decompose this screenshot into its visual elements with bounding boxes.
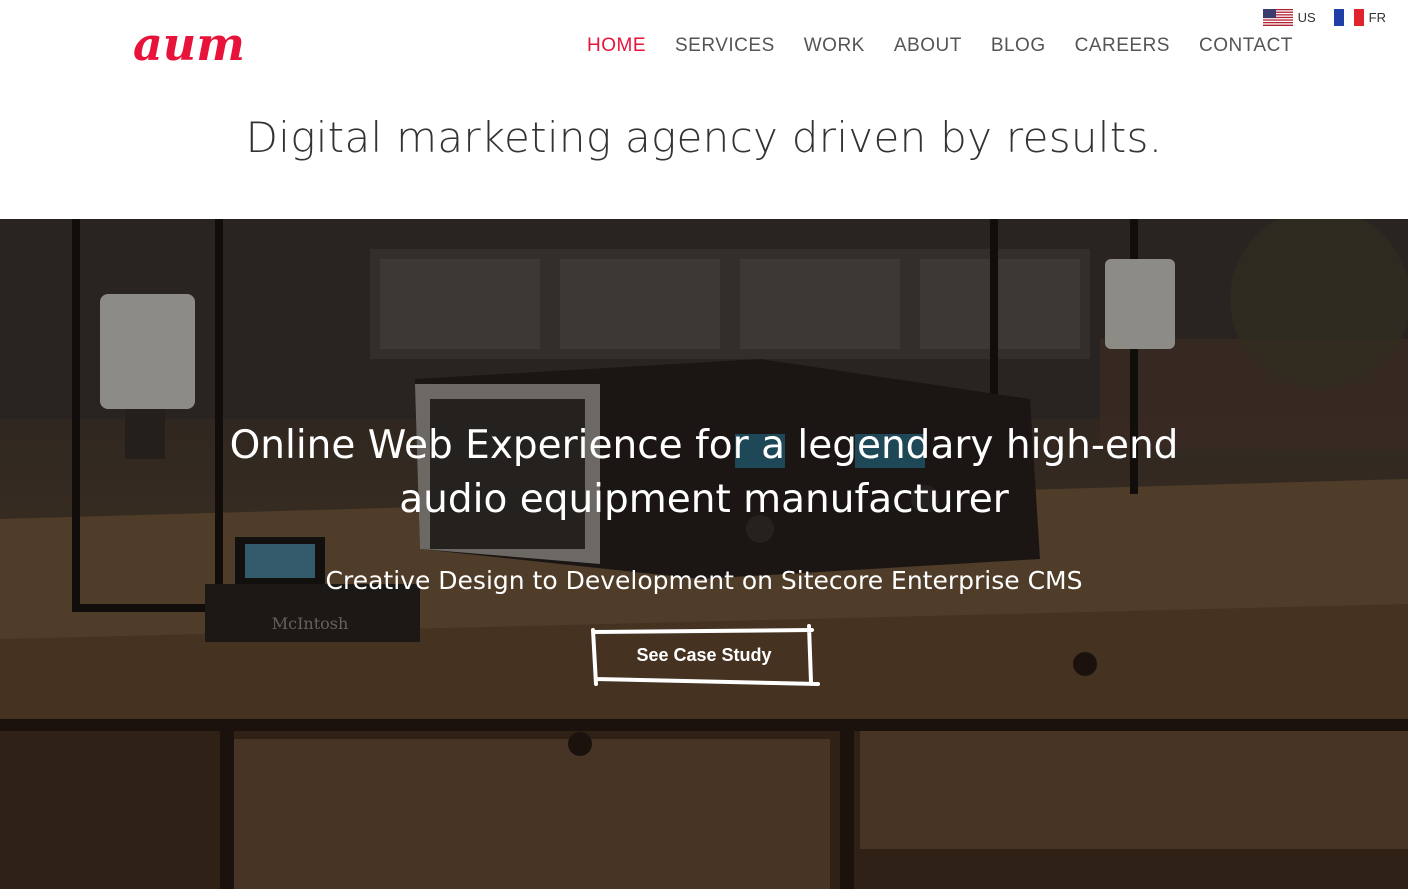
lang-us-label: US	[1297, 10, 1316, 25]
page-tagline: Digital marketing agency driven by resul…	[245, 113, 1163, 162]
nav-blog[interactable]: BLOG	[991, 35, 1046, 57]
nav-home[interactable]: HOME	[587, 35, 646, 57]
lang-us[interactable]: US	[1262, 9, 1316, 26]
hero-banner: McIntosh Online Web Experience for a leg…	[0, 219, 1408, 889]
hero-background-image: McIntosh	[0, 219, 1408, 889]
logo-text: aum	[133, 22, 245, 68]
hero-subtitle: Creative Design to Development on Siteco…	[325, 566, 1083, 595]
nav-careers[interactable]: CAREERS	[1075, 35, 1170, 57]
see-case-study-button[interactable]: See Case Study	[590, 624, 820, 686]
fr-flag-icon	[1333, 9, 1364, 26]
hero-title: Online Web Experience for a legendary hi…	[204, 419, 1204, 527]
language-switcher: US FR	[1262, 9, 1386, 26]
lang-fr[interactable]: FR	[1333, 9, 1386, 26]
aum-logo[interactable]: aum	[133, 22, 273, 68]
nav-work[interactable]: WORK	[804, 35, 865, 57]
nav-about[interactable]: ABOUT	[894, 35, 962, 57]
see-case-study-label: See Case Study	[636, 645, 772, 665]
nav-contact[interactable]: CONTACT	[1199, 35, 1293, 57]
main-nav: HOME SERVICES WORK ABOUT BLOG CAREERS CO…	[587, 35, 1293, 57]
hero-title-line-1: Online Web Experience for a legendary hi…	[229, 423, 1179, 468]
us-flag-icon	[1262, 9, 1293, 26]
lang-fr-label: FR	[1368, 10, 1386, 25]
nav-services[interactable]: SERVICES	[675, 35, 775, 57]
site-header: aum HOME SERVICES WORK ABOUT BLOG CAREER…	[0, 0, 1408, 219]
hero-title-line-2: audio equipment manufacturer	[399, 477, 1009, 522]
